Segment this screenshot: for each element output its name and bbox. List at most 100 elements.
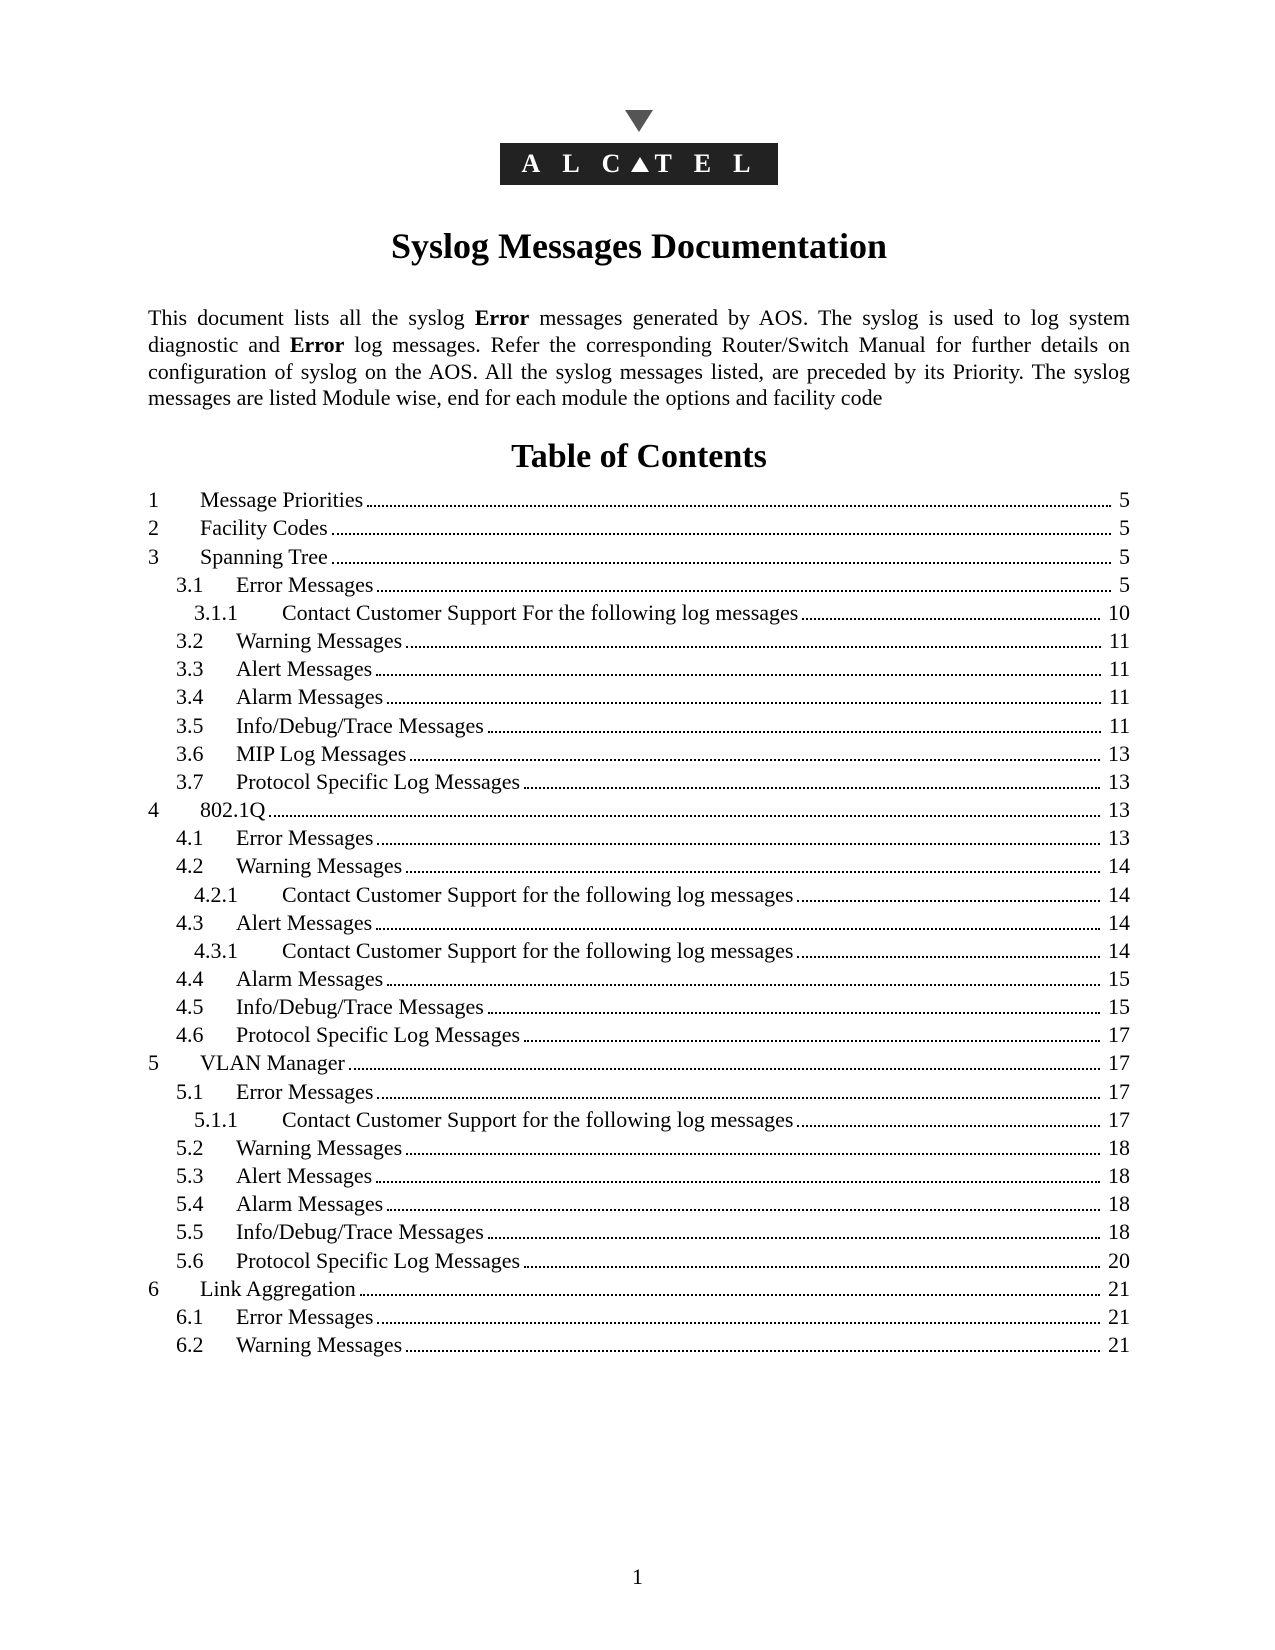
toc-entry[interactable]: 5.6Protocol Specific Log Messages 20: [148, 1247, 1130, 1275]
logo: ALCTEL: [148, 110, 1130, 185]
toc-entry[interactable]: 5.2Warning Messages 18: [148, 1134, 1130, 1162]
toc-entry-title: Warning Messages: [236, 627, 402, 655]
toc-entry[interactable]: 6.1Error Messages 21: [148, 1303, 1130, 1331]
toc-leader-dots: [377, 1304, 1100, 1324]
toc-entry-title: Info/Debug/Trace Messages: [236, 993, 484, 1021]
toc-entry[interactable]: 4.5Info/Debug/Trace Messages 15: [148, 993, 1130, 1021]
toc-entry-page: 15: [1104, 993, 1130, 1021]
toc-entry[interactable]: 5.4Alarm Messages 18: [148, 1190, 1130, 1218]
toc-entry[interactable]: 3.2Warning Messages 11: [148, 627, 1130, 655]
toc-leader-dots: [406, 854, 1100, 874]
toc-leader-dots: [376, 1163, 1100, 1183]
toc-entry-number: 3.4: [176, 683, 236, 711]
toc-leader-dots: [377, 572, 1111, 592]
toc-entry-number: 4.5: [176, 993, 236, 1021]
toc-entry-title: Error Messages: [236, 824, 373, 852]
toc-entry[interactable]: 5.5Info/Debug/Trace Messages 18: [148, 1218, 1130, 1246]
toc-entry-number: 6.1: [176, 1303, 236, 1331]
toc-entry-title: Warning Messages: [236, 1331, 402, 1359]
toc-entry[interactable]: 5.3Alert Messages 18: [148, 1162, 1130, 1190]
toc-entry-title: Alert Messages: [236, 655, 372, 683]
toc-entry-title: Message Priorities: [200, 486, 363, 514]
toc-entry[interactable]: 3Spanning Tree 5: [148, 543, 1130, 571]
toc-leader-dots: [797, 938, 1100, 958]
toc-entry[interactable]: 1Message Priorities 5: [148, 486, 1130, 514]
toc-entry[interactable]: 3.1.1Contact Customer Support For the fo…: [148, 599, 1130, 627]
toc-entry-title: MIP Log Messages: [236, 740, 406, 768]
toc-leader-dots: [387, 1191, 1100, 1211]
toc-entry-number: 5.1: [176, 1078, 236, 1106]
toc-entry[interactable]: 3.1Error Messages 5: [148, 571, 1130, 599]
toc-entry[interactable]: 3.5Info/Debug/Trace Messages 11: [148, 712, 1130, 740]
toc-leader-dots: [406, 1332, 1100, 1352]
toc-entry-title: Error Messages: [236, 571, 373, 599]
toc-entry-title: Spanning Tree: [200, 543, 328, 571]
toc-leader-dots: [406, 1135, 1100, 1155]
toc-entry[interactable]: 2Facility Codes 5: [148, 514, 1130, 542]
toc-entry-number: 5.2: [176, 1134, 236, 1162]
intro-text: This document lists all the syslog: [148, 305, 475, 330]
toc-entry-number: 5.4: [176, 1190, 236, 1218]
toc-entry[interactable]: 6Link Aggregation 21: [148, 1275, 1130, 1303]
toc-entry-number: 3.1.1: [194, 599, 282, 627]
toc-entry-title: Info/Debug/Trace Messages: [236, 712, 484, 740]
toc-entry-page: 17: [1104, 1078, 1130, 1106]
toc-entry-title: Contact Customer Support for the followi…: [282, 937, 793, 965]
toc-entry-page: 21: [1104, 1331, 1130, 1359]
toc-entry-page: 14: [1104, 852, 1130, 880]
toc-entry-title: Link Aggregation: [200, 1275, 356, 1303]
toc-entry[interactable]: 3.6MIP Log Messages 13: [148, 740, 1130, 768]
toc-entry-page: 18: [1104, 1190, 1130, 1218]
toc-entry-title: Warning Messages: [236, 1134, 402, 1162]
toc-entry-page: 5: [1115, 571, 1130, 599]
toc-entry-title: Alert Messages: [236, 1162, 372, 1190]
toc-entry-page: 17: [1104, 1106, 1130, 1134]
toc-leader-dots: [269, 797, 1100, 817]
toc-entry-page: 20: [1104, 1247, 1130, 1275]
toc-entry[interactable]: 5.1.1Contact Customer Support for the fo…: [148, 1106, 1130, 1134]
toc-entry-title: 802.1Q: [200, 796, 265, 824]
toc-entry[interactable]: 4.3.1Contact Customer Support for the fo…: [148, 937, 1130, 965]
toc-entry-number: 4.3.1: [194, 937, 282, 965]
toc-entry[interactable]: 6.2Warning Messages 21: [148, 1331, 1130, 1359]
toc-entry-number: 5.3: [176, 1162, 236, 1190]
toc-leader-dots: [387, 685, 1101, 705]
toc-entry-page: 14: [1104, 937, 1130, 965]
toc-entry-page: 11: [1105, 627, 1130, 655]
toc-entry-title: Error Messages: [236, 1303, 373, 1331]
toc-entry-number: 4.1: [176, 824, 236, 852]
toc-entry-page: 14: [1104, 909, 1130, 937]
toc-leader-dots: [802, 600, 1100, 620]
toc-entry-title: Protocol Specific Log Messages: [236, 1247, 520, 1275]
toc-leader-dots: [376, 656, 1101, 676]
toc-entry[interactable]: 4.6Protocol Specific Log Messages 17: [148, 1021, 1130, 1049]
toc-entry[interactable]: 3.3Alert Messages 11: [148, 655, 1130, 683]
toc-entry[interactable]: 5VLAN Manager 17: [148, 1049, 1130, 1077]
toc-entry-page: 18: [1104, 1134, 1130, 1162]
toc-leader-dots: [406, 628, 1101, 648]
toc-entry-number: 5.6: [176, 1247, 236, 1275]
toc-entry[interactable]: 4.2Warning Messages 14: [148, 852, 1130, 880]
toc-entry-page: 10: [1104, 599, 1130, 627]
toc-entry[interactable]: 4802.1Q 13: [148, 796, 1130, 824]
toc-entry-page: 5: [1115, 486, 1130, 514]
toc-entry[interactable]: 3.7Protocol Specific Log Messages 13: [148, 768, 1130, 796]
toc-entry[interactable]: 3.4Alarm Messages 11: [148, 683, 1130, 711]
toc-entry[interactable]: 5.1Error Messages 17: [148, 1078, 1130, 1106]
toc-entry[interactable]: 4.3Alert Messages 14: [148, 909, 1130, 937]
toc-leader-dots: [332, 516, 1111, 536]
toc-entry-page: 14: [1104, 881, 1130, 909]
toc-entry-number: 3.6: [176, 740, 236, 768]
toc-leader-dots: [376, 910, 1100, 930]
toc-entry-number: 4: [148, 796, 200, 824]
toc-entry[interactable]: 4.2.1Contact Customer Support for the fo…: [148, 881, 1130, 909]
toc-entry[interactable]: 4.1Error Messages 13: [148, 824, 1130, 852]
toc-entry[interactable]: 4.4Alarm Messages 15: [148, 965, 1130, 993]
toc-entry-page: 13: [1104, 740, 1130, 768]
toc-entry-page: 18: [1104, 1218, 1130, 1246]
toc-leader-dots: [360, 1276, 1100, 1296]
toc-entry-number: 5.1.1: [194, 1106, 282, 1134]
toc-entry-page: 13: [1104, 796, 1130, 824]
toc-entry-number: 4.4: [176, 965, 236, 993]
toc-entry-page: 11: [1105, 712, 1130, 740]
